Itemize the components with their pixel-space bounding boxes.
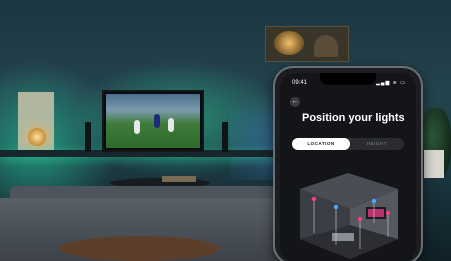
back-arrow-icon[interactable]: ←: [290, 97, 300, 107]
tv-player: [168, 118, 174, 132]
niche-lamp: [274, 31, 304, 55]
tab-height[interactable]: HEIGHT: [350, 138, 404, 150]
segmented-control: LOCATION HEIGHT: [292, 138, 404, 150]
plant-pot: [424, 150, 444, 178]
speaker-left: [85, 122, 91, 152]
room-sofa: [332, 233, 354, 241]
page-title: Position your lights: [302, 112, 405, 124]
light-marker-icon[interactable]: [333, 204, 339, 210]
light-marker-icon[interactable]: [357, 216, 363, 222]
smartphone: 09:41 ▂▄▆ ≋ ▭ ← Position your lights LOC…: [273, 66, 423, 261]
living-room-scene: 09:41 ▂▄▆ ≋ ▭ ← Position your lights LOC…: [0, 0, 451, 261]
tv-player: [154, 114, 160, 128]
room-tv-glow: [368, 209, 384, 217]
tv-screen: [106, 94, 200, 148]
tab-location[interactable]: LOCATION: [292, 138, 350, 150]
television: [102, 90, 204, 152]
status-time: 09:41: [292, 80, 308, 86]
room-3d-view[interactable]: [280, 163, 416, 261]
signal-wifi-battery-icon: ▂▄▆ ≋ ▭: [376, 80, 406, 86]
niche-decor: [314, 35, 338, 57]
status-bar: 09:41 ▂▄▆ ≋ ▭: [292, 80, 406, 90]
table-lamp: [28, 128, 46, 146]
phone-screen: 09:41 ▂▄▆ ≋ ▭ ← Position your lights LOC…: [280, 73, 416, 261]
tv-player: [134, 120, 140, 134]
table-book: [162, 176, 196, 182]
light-marker-icon[interactable]: [311, 196, 317, 202]
wall-niche: [265, 26, 349, 62]
side-table: [60, 236, 220, 261]
speaker-right: [222, 122, 228, 152]
light-marker-icon[interactable]: [371, 198, 377, 204]
light-marker-icon[interactable]: [385, 210, 391, 216]
